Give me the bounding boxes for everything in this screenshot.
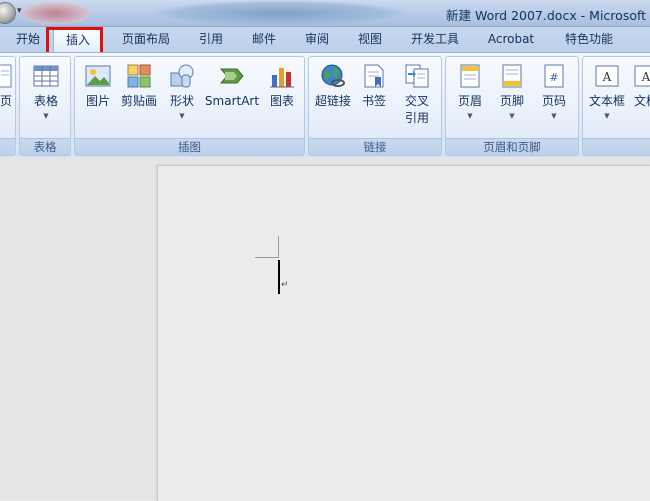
crop-mark-vertical: [278, 236, 279, 258]
bookmark-button[interactable]: 书签: [357, 63, 391, 110]
header-button-label: 页眉: [457, 94, 482, 108]
page-number-button[interactable]: # 页码 ▼: [536, 63, 572, 122]
page-icon: [0, 64, 12, 88]
group-illustrations: 图片 剪贴画 形状 ▼ SmartArt 图表 插图: [74, 56, 305, 156]
shapes-button-label: 形状: [169, 94, 194, 108]
header-button[interactable]: 页眉 ▼: [452, 63, 488, 122]
footer-dropdown-icon: ▼: [509, 112, 515, 120]
hyperlink-button[interactable]: 超链接: [313, 63, 353, 110]
annotation-highlight-box: [46, 27, 103, 55]
textbox-dropdown-icon: ▼: [604, 112, 610, 120]
tab-page-layout[interactable]: 页面布局: [113, 27, 179, 52]
header-dropdown-icon: ▼: [467, 112, 473, 120]
textbox-icon: A: [595, 65, 619, 87]
tab-mailings[interactable]: 邮件: [243, 27, 285, 52]
table-dropdown-icon: ▼: [43, 112, 49, 120]
group-text-label: [583, 138, 650, 155]
window-title: 新建 Word 2007.docx - Microsoft W: [446, 8, 650, 23]
group-links: 超链接 书签 交叉 引用 链接: [308, 56, 442, 156]
table-icon: [33, 65, 59, 87]
cross-reference-label-line2: 引用: [404, 111, 429, 125]
svg-text:#: #: [549, 71, 558, 84]
tab-acrobat[interactable]: Acrobat: [480, 27, 542, 52]
table-button-label: 表格: [33, 94, 58, 108]
pages-button[interactable]: 页: [0, 63, 13, 110]
smartart-button[interactable]: SmartArt: [203, 63, 261, 110]
page-number-button-label: 页码: [541, 94, 566, 108]
tab-references[interactable]: 引用: [190, 27, 232, 52]
table-button[interactable]: 表格 ▼: [26, 63, 66, 122]
page-number-icon: #: [544, 64, 564, 88]
tab-view[interactable]: 视图: [349, 27, 391, 52]
document-parts-button-label: 文档: [633, 94, 650, 108]
crop-mark-horizontal: [255, 257, 278, 258]
svg-text:A: A: [641, 70, 650, 84]
paragraph-mark: ↵: [281, 280, 289, 290]
group-table-label: 表格: [20, 138, 70, 155]
group-illustrations-label: 插图: [75, 138, 304, 155]
bookmark-button-label: 书签: [361, 94, 386, 108]
shapes-icon: [170, 64, 194, 88]
group-header-footer-label: 页眉和页脚: [446, 138, 578, 155]
chart-icon: [270, 68, 294, 88]
document-page[interactable]: ↵: [157, 165, 650, 501]
hyperlink-button-label: 超链接: [314, 94, 351, 108]
group-table: 表格 ▼ 表格: [19, 56, 71, 156]
textbox-button[interactable]: A 文本框 ▼: [587, 63, 627, 122]
tab-developer[interactable]: 开发工具: [402, 27, 468, 52]
footer-icon: [502, 64, 522, 88]
document-area[interactable]: ↵: [0, 157, 650, 501]
cross-reference-label-line1: 交叉: [404, 94, 429, 108]
picture-icon: [85, 65, 111, 87]
ribbon-insert: 页 表格 ▼ 表格 图片 剪贴画 形状 ▼ SmartArt 图表 插图 超链接…: [0, 52, 650, 158]
titlebar-decoration: [150, 0, 410, 26]
tab-special-features[interactable]: 特色功能: [556, 27, 622, 52]
tab-home[interactable]: 开始: [8, 27, 48, 52]
picture-button-label: 图片: [85, 94, 110, 108]
document-parts-icon: A: [634, 65, 650, 87]
office-button-icon[interactable]: [0, 2, 16, 24]
tab-review[interactable]: 审阅: [296, 27, 338, 52]
cross-reference-button[interactable]: 交叉 引用: [397, 63, 437, 127]
group-pages-label: [0, 138, 15, 155]
page-number-dropdown-icon: ▼: [551, 112, 557, 120]
text-cursor: [278, 260, 280, 294]
hyperlink-globe-icon: [321, 64, 345, 87]
footer-button[interactable]: 页脚 ▼: [494, 63, 530, 122]
titlebar-decoration: [20, 2, 90, 24]
cross-reference-icon: [405, 64, 429, 88]
group-links-label: 链接: [309, 138, 441, 155]
shapes-dropdown-icon: ▼: [179, 112, 185, 120]
group-header-footer: 页眉 ▼ 页脚 ▼ # 页码 ▼ 页眉和页脚: [445, 56, 579, 156]
chart-button[interactable]: 图表: [265, 63, 299, 110]
textbox-button-label: 文本框: [588, 94, 625, 108]
title-bar: ▾ 新建 Word 2007.docx - Microsoft W: [0, 0, 650, 27]
group-pages: 页: [0, 56, 16, 156]
footer-button-label: 页脚: [499, 94, 524, 108]
document-parts-button[interactable]: A 文档: [629, 63, 650, 110]
clipart-button-label: 剪贴画: [120, 94, 157, 108]
chart-button-label: 图表: [269, 94, 294, 108]
clipart-icon: [127, 64, 151, 88]
bookmark-icon: [364, 64, 384, 88]
header-icon: [460, 64, 480, 88]
clipart-button[interactable]: 剪贴画: [119, 63, 159, 110]
quick-access-dropdown-icon[interactable]: ▾: [17, 6, 22, 16]
picture-button[interactable]: 图片: [81, 63, 115, 110]
group-text: A 文本框 ▼ A 文档: [582, 56, 650, 156]
shapes-button[interactable]: 形状 ▼: [165, 63, 199, 122]
svg-text:A: A: [602, 70, 612, 84]
smartart-button-label: SmartArt: [204, 94, 260, 108]
pages-button-label: 页: [0, 94, 12, 108]
smartart-icon: [219, 68, 244, 84]
